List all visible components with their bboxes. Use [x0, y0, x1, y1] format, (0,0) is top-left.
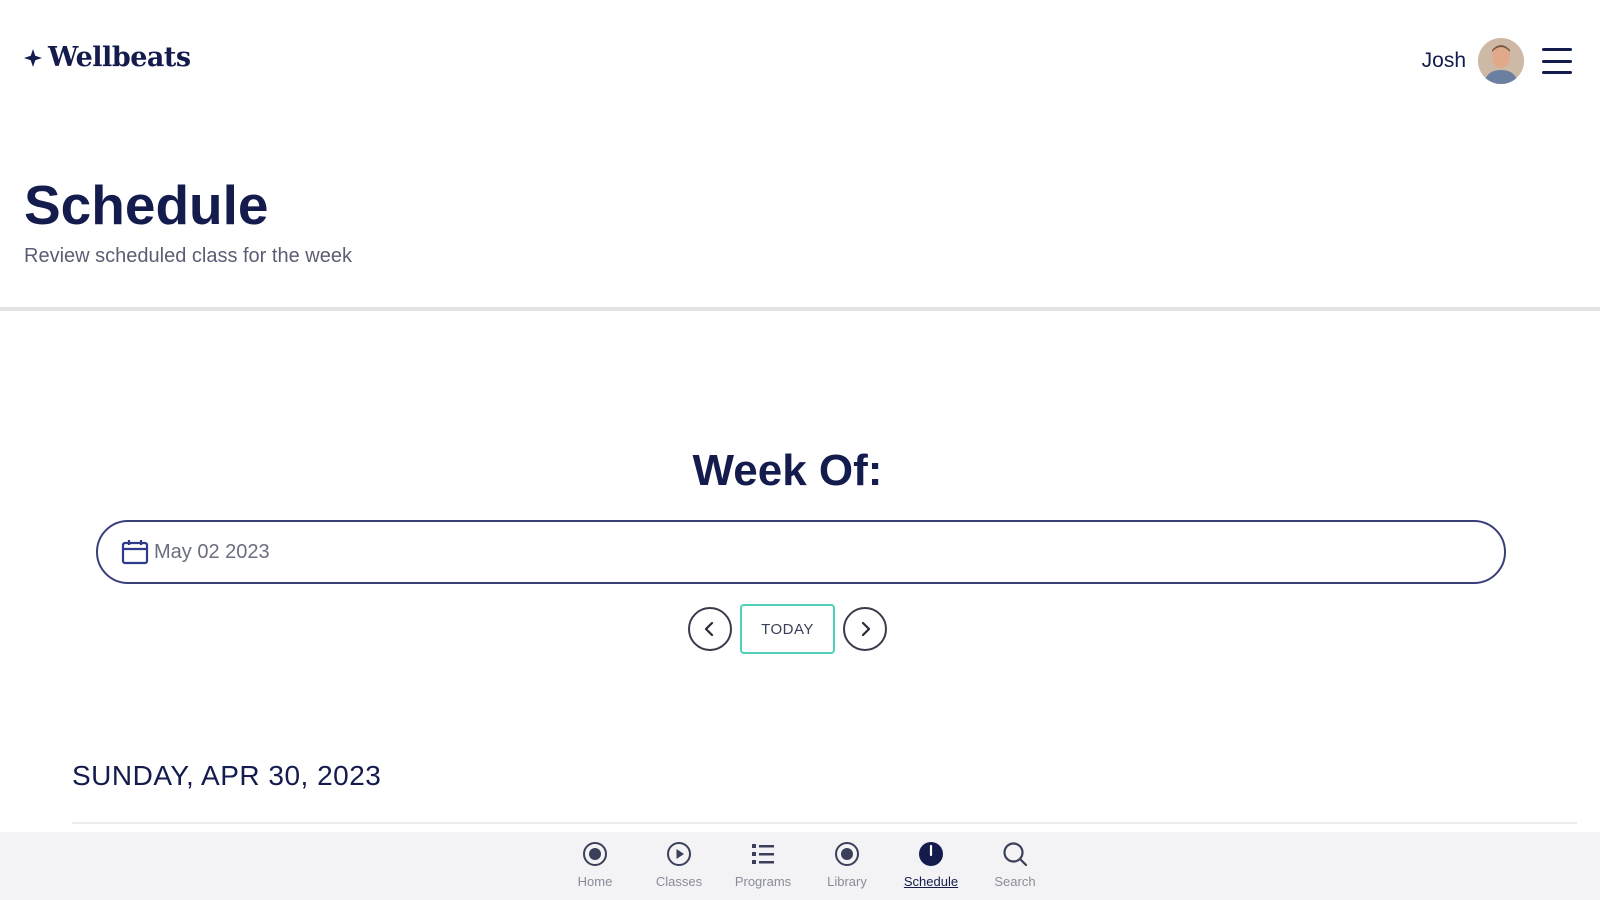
logo-text: Wellbeats [48, 42, 191, 73]
today-button[interactable]: TODAY [740, 604, 835, 654]
page-subtitle: Review scheduled class for the week [24, 245, 352, 267]
nav-item-search[interactable]: Search [990, 832, 1040, 900]
week-date-input[interactable] [154, 540, 1454, 564]
chevron-right-icon [861, 621, 871, 637]
chevron-left-icon [704, 621, 714, 637]
hamburger-menu-icon[interactable] [1542, 48, 1572, 74]
user-menu: Josh [1422, 38, 1572, 84]
nav-item-library[interactable]: Library [822, 832, 872, 900]
nav-label-schedule: Schedule [903, 874, 959, 889]
calendar-icon [121, 540, 149, 565]
nav-item-programs[interactable]: Programs [734, 832, 792, 900]
logo[interactable]: Wellbeats [24, 42, 191, 73]
nav-label-search: Search [994, 874, 1036, 889]
divider [72, 822, 1577, 824]
clock-icon [919, 842, 943, 866]
sparkle-icon [24, 48, 42, 67]
library-icon [835, 842, 859, 866]
nav-label-home: Home [577, 874, 613, 889]
week-heading: Week Of: [692, 446, 883, 495]
bottom-nav: Home Classes Programs Library Schedule S… [0, 832, 1600, 900]
week-date-field[interactable] [96, 520, 1506, 584]
avatar[interactable] [1478, 38, 1524, 84]
page-title: Schedule [24, 174, 269, 236]
play-icon [667, 842, 691, 866]
day-header: SUNDAY, APR 30, 2023 [72, 760, 382, 791]
list-icon [752, 844, 774, 864]
home-icon [583, 842, 607, 866]
nav-item-home[interactable]: Home [570, 832, 620, 900]
previous-week-button[interactable] [688, 607, 732, 651]
week-navigation: TODAY [688, 604, 887, 654]
nav-label-classes: Classes [655, 874, 703, 889]
next-week-button[interactable] [843, 607, 887, 651]
top-bar: Wellbeats Josh [0, 0, 1600, 125]
nav-item-classes[interactable]: Classes [654, 832, 704, 900]
page-header: Schedule Review scheduled class for the … [0, 125, 1600, 311]
nav-item-schedule[interactable]: Schedule [903, 832, 959, 900]
nav-label-programs: Programs [734, 874, 792, 889]
nav-label-library: Library [827, 874, 867, 889]
user-name: Josh [1421, 49, 1466, 72]
search-icon [1003, 842, 1028, 867]
